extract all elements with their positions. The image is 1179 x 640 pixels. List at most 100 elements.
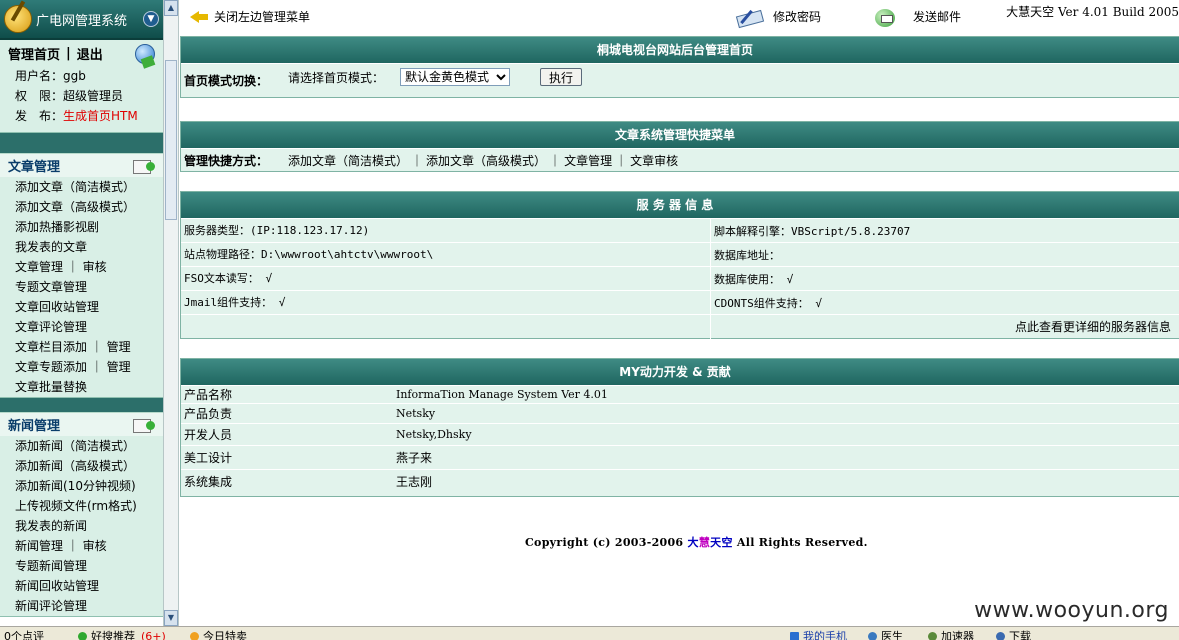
news-menu-item[interactable]: 添加新闻（简洁模式） <box>0 436 163 456</box>
status-comments[interactable]: 0个点评 <box>4 628 44 640</box>
article-menu-item[interactable]: 文章管理 ｜ 审核 <box>0 257 163 277</box>
separator: | <box>66 45 71 61</box>
arrow-left-icon <box>190 10 208 24</box>
status-download-label: 下载 <box>1009 630 1031 640</box>
status-comments-label: 0个点评 <box>4 630 44 640</box>
news-menu-item[interactable]: 专题新闻管理 <box>0 556 163 576</box>
quick-link[interactable]: 添加文章（简洁模式） <box>288 154 408 168</box>
home-mode-row: 首页模式切换： 请选择首页模式： 默认金黄色模式 执行 <box>181 63 1179 97</box>
server-info-row: 站点物理路径：D:\wwwroot\ahtctv\wwwroot\ 数据库地址： <box>181 242 1179 267</box>
close-menu-button[interactable]: 关闭左边管理菜单 <box>190 8 310 26</box>
permission-value: 超级管理员 <box>63 89 124 103</box>
server-info-title: 服 务 器 信 息 <box>181 192 1179 218</box>
home-mode-select[interactable]: 默认金黄色模式 <box>400 68 511 86</box>
credits-rows: 产品名称 InformaTion Manage System Ver 4.01 产品… <box>181 385 1179 493</box>
article-menu-item[interactable]: 我发表的文章 <box>0 237 163 257</box>
server-info-cell: 服务器类型：(IP:118.123.17.12) <box>181 218 711 243</box>
server-info-cell: Jmail组件支持： √ <box>181 290 711 315</box>
quick-link[interactable]: 文章管理 <box>564 154 612 168</box>
server-info-panel: 服 务 器 信 息 服务器类型：(IP:118.123.17.12) 脚本解释引擎… <box>180 191 1179 339</box>
status-accelerator[interactable]: 加速器 <box>928 628 974 640</box>
status-today-label: 今日特卖 <box>203 630 247 640</box>
app-window: 广电网管理系统 ▼ 管理首页 | 退出 用户名：ggb 权 限：超级管理员 发 … <box>0 0 1179 640</box>
news-menu-item[interactable]: 新闻管理 ｜ 审核 <box>0 536 163 556</box>
quick-menu-row: 管理快捷方式： 添加文章（简洁模式）｜添加文章（高级模式）｜文章管理｜文章审核 <box>181 148 1179 172</box>
article-menu-item[interactable]: 文章回收站管理 <box>0 297 163 317</box>
status-recommend[interactable]: 好搜推荐 (6+) <box>78 628 166 640</box>
article-menu-item[interactable]: 添加文章（高级模式） <box>0 197 163 217</box>
user-links: 管理首页 | 退出 <box>0 40 163 66</box>
user-name-label: 用户名： <box>15 69 64 83</box>
article-menu-item[interactable]: 专题文章管理 <box>0 277 163 297</box>
publish-line: 发 布：生成首页HTM <box>0 106 163 126</box>
copyright-brand-3: 天空 <box>710 536 733 549</box>
system-title: 广电网管理系统 <box>36 13 128 29</box>
copyright-suffix: All Rights Reserved. <box>732 536 868 549</box>
article-menu-item[interactable]: 文章评论管理 <box>0 317 163 337</box>
download-icon <box>996 631 1005 640</box>
generate-home-html-link[interactable]: 生成首页HTM <box>63 109 138 123</box>
news-menu-label: 新闻管理 <box>8 419 61 434</box>
news-menu-title[interactable]: 新闻管理 <box>0 412 163 436</box>
server-more-link[interactable]: 点此查看更详细的服务器信息 <box>711 318 1179 335</box>
credits-row: 产品负责 Netsky <box>181 403 1179 423</box>
left-sidebar: 广电网管理系统 ▼ 管理首页 | 退出 用户名：ggb 权 限：超级管理员 发 … <box>0 0 163 626</box>
admin-home-link[interactable]: 管理首页 <box>8 44 60 63</box>
server-info-row: FSO文本读写： √ 数据库使用： √ <box>181 266 1179 291</box>
watermark: www.wooyun.org <box>974 598 1169 623</box>
status-today[interactable]: 今日特卖 <box>190 628 247 640</box>
article-menu-item[interactable]: 文章栏目添加 ｜ 管理 <box>0 337 163 357</box>
quick-menu-title: 文章系统管理快捷菜单 <box>181 122 1179 148</box>
scroll-thumb[interactable] <box>165 60 177 220</box>
change-password-label: 修改密码 <box>773 10 822 24</box>
collapse-icon[interactable]: ▼ <box>143 11 159 27</box>
article-menu-item[interactable]: 添加文章（简洁模式） <box>0 177 163 197</box>
accelerator-icon <box>928 631 937 640</box>
status-phone[interactable]: 我的手机 <box>790 628 847 640</box>
news-menu-item[interactable]: 添加新闻（高级模式） <box>0 456 163 476</box>
home-panel: 桐城电视台网站后台管理首页 首页模式切换： 请选择首页模式： 默认金黄色模式 执… <box>180 36 1179 98</box>
quick-menu-label: 管理快捷方式： <box>184 154 269 168</box>
sale-icon <box>190 631 199 640</box>
quick-link[interactable]: 添加文章（高级模式） <box>426 154 546 168</box>
select-mode-prompt: 请选择首页模式： <box>288 70 385 85</box>
article-menu-item[interactable]: 文章专题添加 ｜ 管理 <box>0 357 163 377</box>
scroll-up-icon[interactable]: ▲ <box>164 0 178 16</box>
sidebar-scrollbar[interactable]: ▲ ▼ <box>163 0 179 626</box>
news-menu-item[interactable]: 新闻回收站管理 <box>0 576 163 596</box>
credits-row: 美工设计 燕子来 <box>181 445 1179 469</box>
server-info-cell: CDONTS组件支持： √ <box>714 296 822 310</box>
logout-link[interactable]: 退出 <box>77 44 103 63</box>
news-menu-item[interactable]: 新闻评论管理 <box>0 596 163 616</box>
send-mail-button[interactable]: 发送邮件 <box>875 8 961 27</box>
doctor-icon <box>868 631 877 640</box>
copyright-brand-1: 大 <box>687 536 699 549</box>
permission-line: 权 限：超级管理员 <box>0 86 163 106</box>
version-text: 大慧天空 Ver 4.01 Build 2005 <box>1006 5 1179 19</box>
status-accelerator-label: 加速器 <box>941 630 974 640</box>
change-password-button[interactable]: 修改密码 <box>735 8 821 26</box>
news-menu-item[interactable]: 添加新闻(10分钟视频) <box>0 476 163 496</box>
credits-label: 美工设计 <box>184 451 233 465</box>
article-menu-title[interactable]: 文章管理 <box>0 153 163 177</box>
home-mode-label: 首页模式切换： <box>184 74 269 88</box>
copyright-prefix: Copyright (c) 2003-2006 <box>525 536 688 549</box>
article-menu-item[interactable]: 添加热播影视剧 <box>0 217 163 237</box>
globe-icon <box>135 44 155 64</box>
quick-link[interactable]: 文章审核 <box>630 154 678 168</box>
top-toolbar: 关闭左边管理菜单 修改密码 发送邮件 大慧天空 Ver 4.01 Build 2… <box>180 0 1179 34</box>
sidebar-logo-bar: 广电网管理系统 ▼ <box>0 0 163 40</box>
pen-icon <box>735 7 763 27</box>
article-menu-item[interactable]: 文章批量替换 <box>0 377 163 397</box>
status-doctor[interactable]: 医生 <box>868 628 903 640</box>
scroll-down-icon[interactable]: ▼ <box>164 610 178 626</box>
home-mode-controls: 请选择首页模式： 默认金黄色模式 执行 <box>285 64 583 86</box>
news-menu-item[interactable]: 上传视频文件(rm格式) <box>0 496 163 516</box>
separator: ｜ <box>549 154 562 168</box>
news-menu-item[interactable]: 我发表的新闻 <box>0 516 163 536</box>
execute-button[interactable]: 执行 <box>540 68 583 86</box>
status-bar: 0个点评 好搜推荐 (6+) 今日特卖 我的手机 医生 加速器 下载 <box>0 626 1179 640</box>
status-download[interactable]: 下载 <box>996 628 1031 640</box>
server-info-row: Jmail组件支持： √ CDONTS组件支持： √ <box>181 290 1179 315</box>
article-menu-label: 文章管理 <box>8 160 61 175</box>
